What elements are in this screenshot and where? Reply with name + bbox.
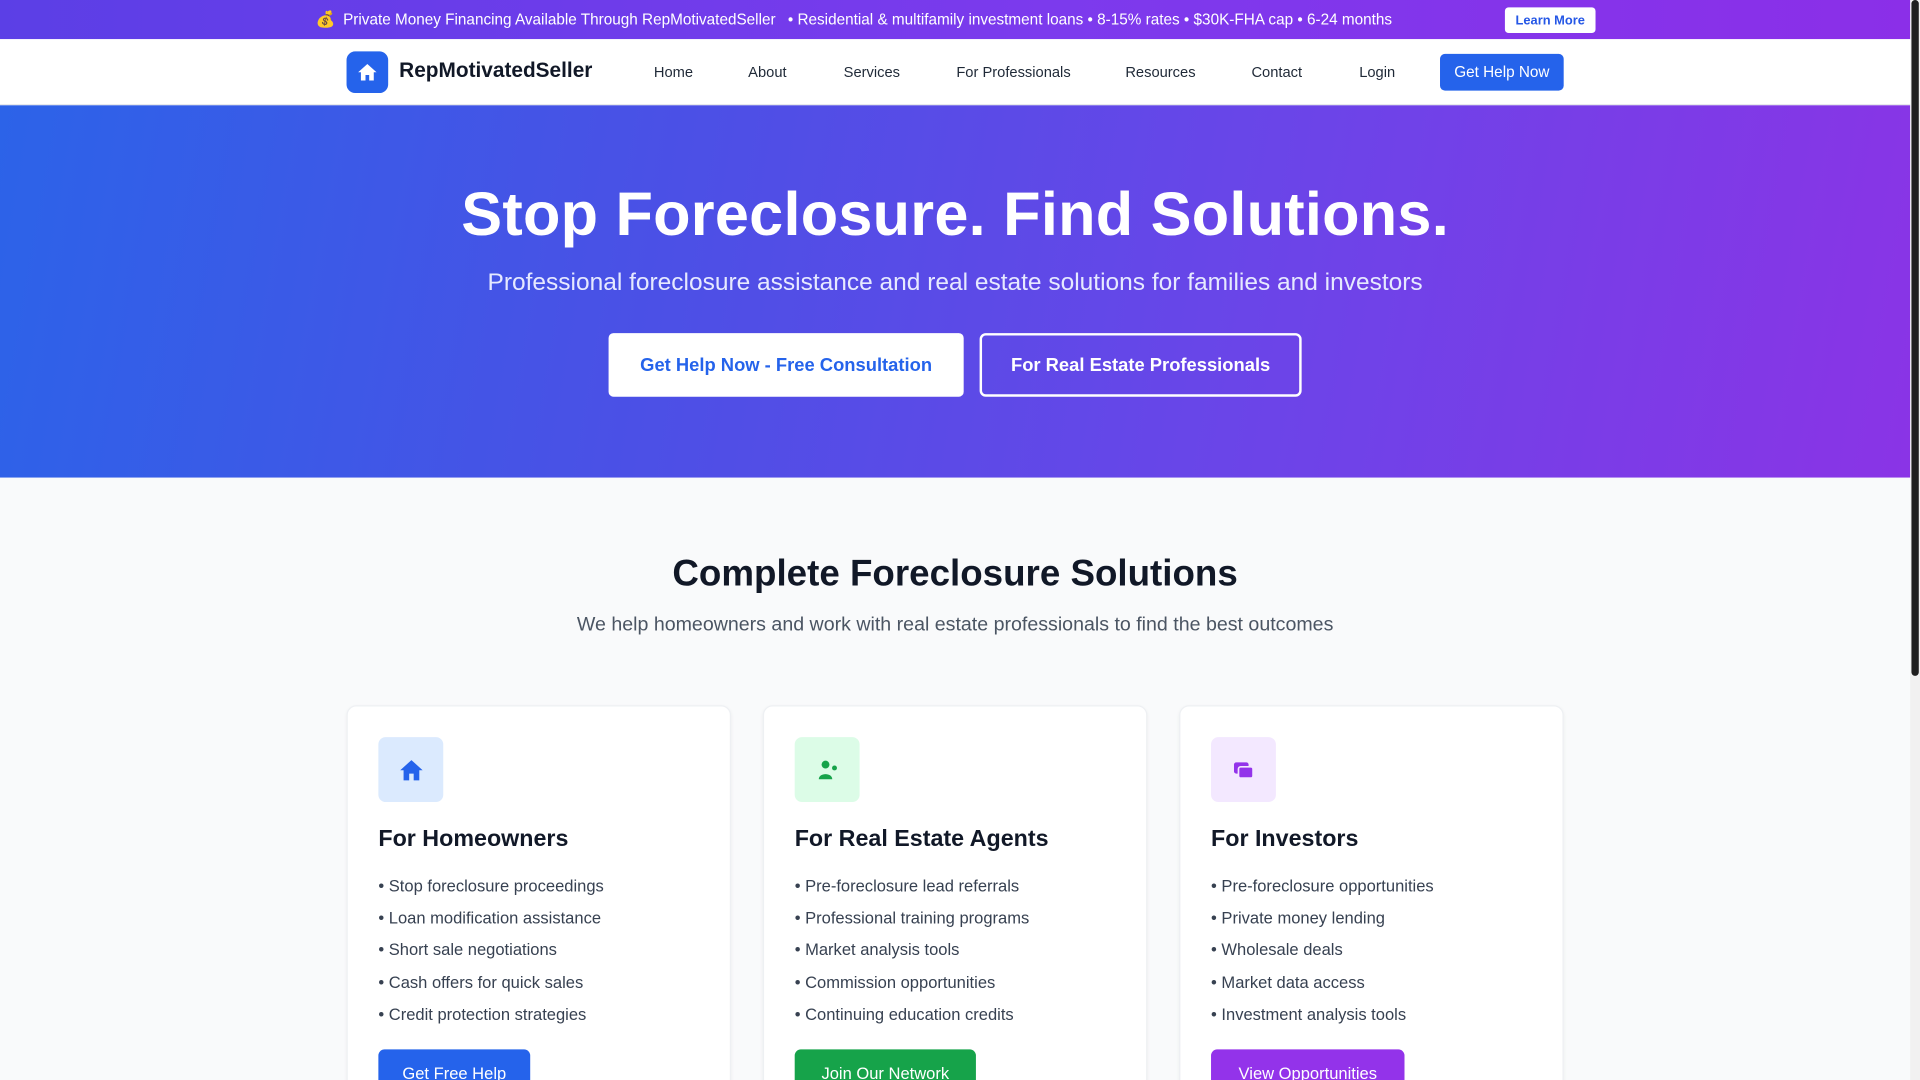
page-scrollbar[interactable] — [1910, 0, 1920, 1080]
main-nav: RepMotivatedSeller Home About Services F… — [0, 39, 1911, 106]
home-icon — [358, 63, 377, 81]
nav-link-for-professionals[interactable]: For Professionals — [956, 64, 1070, 81]
card-title: For Homeowners — [378, 826, 569, 853]
card-title: For Real Estate Agents — [794, 826, 1049, 853]
money-bag-icon: 💰 — [315, 9, 336, 29]
investors-card: For Investors • Pre-foreclosure opportun… — [1179, 705, 1564, 1080]
list-item: • Private money lending — [1211, 908, 1385, 928]
hero-title: Stop Foreclosure. Find Solutions. — [461, 180, 1449, 249]
card-icon-box — [378, 737, 444, 803]
nav-link-about[interactable]: About — [748, 64, 786, 81]
page-viewport: 💰 Private Money Financing Available Thro… — [0, 0, 1920, 1080]
hero-subtitle: Professional foreclosure assistance and … — [487, 269, 1423, 297]
hero-section: Stop Foreclosure. Find Solutions. Profes… — [0, 105, 1911, 478]
portfolio-icon — [1233, 761, 1254, 779]
free-consultation-button[interactable]: Get Help Now - Free Consultation — [608, 333, 964, 397]
nav-link-home[interactable]: Home — [654, 64, 693, 81]
section-subtitle: We help homeowners and work with real es… — [576, 614, 1334, 636]
get-help-now-button[interactable]: Get Help Now — [1440, 53, 1564, 91]
list-item: • Pre-foreclosure lead referrals — [794, 876, 1020, 896]
list-item: • Market analysis tools — [794, 940, 960, 960]
card-title: For Investors — [1211, 826, 1359, 853]
brand-name[interactable]: RepMotivatedSeller — [399, 59, 592, 83]
list-item: • Cash offers for quick sales — [378, 972, 584, 992]
list-item: • Stop foreclosure proceedings — [378, 876, 604, 896]
logo[interactable] — [346, 51, 389, 94]
list-item: • Investment analysis tools — [1211, 1005, 1407, 1024]
list-item: • Loan modification assistance — [378, 908, 602, 928]
list-item: • Credit protection strategies — [378, 1005, 587, 1024]
promo-text-main: Private Money Financing Available Throug… — [343, 11, 776, 29]
list-item: • Commission opportunities — [794, 972, 996, 992]
feature-list: • Stop foreclosure proceedings • Loan mo… — [378, 874, 603, 1034]
join-network-button[interactable]: Join Our Network — [794, 1049, 976, 1080]
promo-text-details: • Residential & multifamily investment l… — [787, 11, 1393, 29]
homeowners-card: For Homeowners • Stop foreclosure procee… — [346, 705, 732, 1080]
nav-link-contact[interactable]: Contact — [1251, 64, 1302, 81]
promo-banner: 💰 Private Money Financing Available Thro… — [0, 0, 1911, 40]
list-item: • Continuing education credits — [794, 1005, 1014, 1024]
nav-link-login[interactable]: Login — [1359, 64, 1395, 81]
list-item: • Wholesale deals — [1211, 940, 1343, 960]
list-item: • Pre-foreclosure opportunities — [1211, 876, 1434, 896]
feature-list: • Pre-foreclosure lead referrals • Profe… — [795, 874, 1030, 1034]
card-icon-box — [794, 737, 860, 803]
view-opportunities-button[interactable]: View Opportunities — [1211, 1049, 1405, 1080]
scrollbar-thumb[interactable] — [1911, 0, 1919, 676]
list-item: • Market data access — [1211, 972, 1365, 992]
card-icon-box — [1211, 737, 1276, 803]
home-icon — [399, 759, 423, 780]
for-professionals-button[interactable]: For Real Estate Professionals — [979, 333, 1302, 397]
feature-list: • Pre-foreclosure opportunities • Privat… — [1211, 874, 1434, 1034]
list-item: • Professional training programs — [794, 908, 1030, 928]
agents-card: For Real Estate Agents • Pre-foreclosure… — [762, 705, 1148, 1080]
nav-link-services[interactable]: Services — [844, 64, 900, 81]
list-item: • Short sale negotiations — [378, 940, 557, 960]
user-network-icon — [818, 760, 837, 779]
nav-link-resources[interactable]: Resources — [1125, 64, 1195, 81]
section-title: Complete Foreclosure Solutions — [672, 553, 1238, 594]
get-free-help-button[interactable]: Get Free Help — [378, 1049, 531, 1080]
learn-more-button[interactable]: Learn More — [1504, 7, 1596, 34]
